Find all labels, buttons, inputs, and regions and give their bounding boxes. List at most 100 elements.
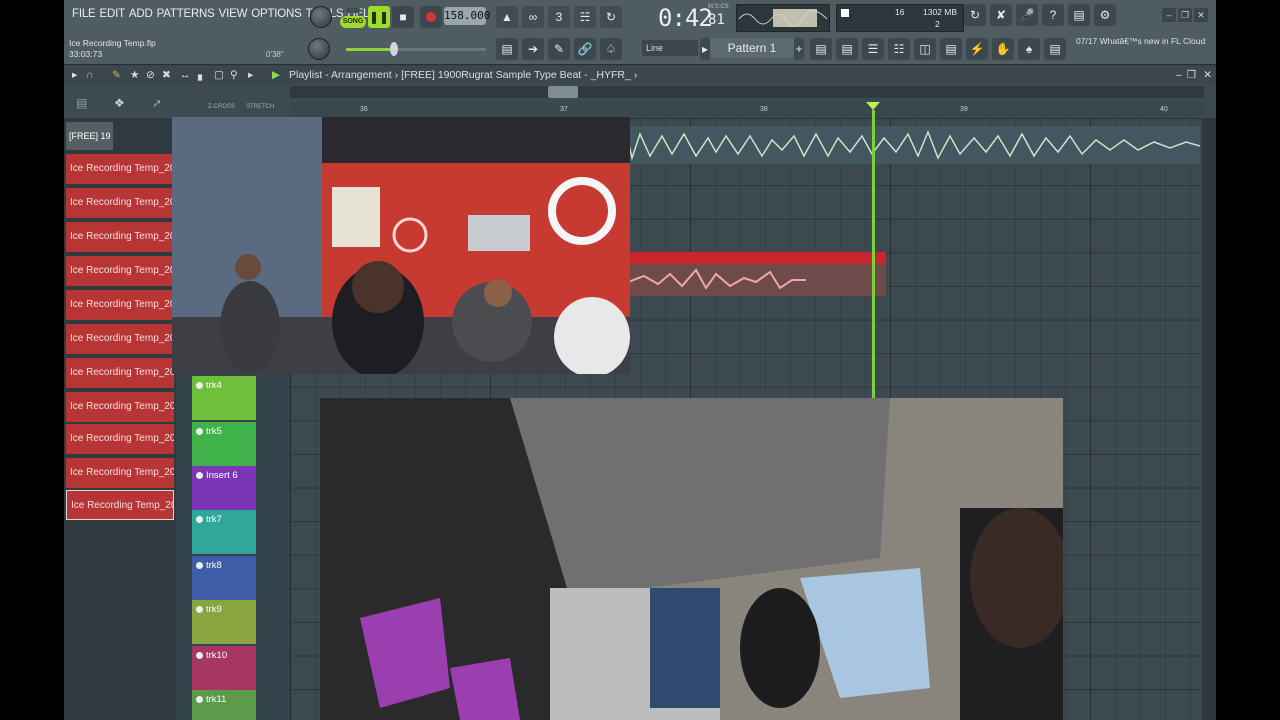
play-playlist-icon[interactable]: ▶ xyxy=(272,66,280,84)
add-pattern-icon[interactable]: + xyxy=(794,38,804,60)
news-panel[interactable]: 07/17 Whatâ€™s new in FL Cloud xyxy=(1076,36,1206,47)
menu-options[interactable]: OPTIONS xyxy=(249,8,303,20)
mixer-track-trk10[interactable]: trk10 xyxy=(192,646,256,690)
master-volume-slider-track[interactable] xyxy=(396,48,486,51)
mute-icon[interactable]: ✖ xyxy=(162,66,171,84)
track-4[interactable]: Ice Recording Temp_202 xyxy=(66,256,174,286)
close-icon[interactable]: ✕ xyxy=(1194,8,1208,22)
audio-clip-beat[interactable] xyxy=(566,126,1200,164)
delete-icon[interactable]: ⊘ xyxy=(146,66,155,84)
snap-tool-icon[interactable]: ❖ xyxy=(114,96,125,110)
stretch-label[interactable]: STRETCH xyxy=(246,104,274,110)
master-pitch-knob[interactable] xyxy=(308,38,330,60)
track-11-selected[interactable]: Ice Recording Temp_202... xyxy=(66,490,174,520)
stamp-icon[interactable]: ♤ xyxy=(600,38,622,60)
plugin-icon[interactable]: ⚙ xyxy=(1094,4,1116,26)
minimize-icon[interactable]: – xyxy=(1162,8,1176,22)
track-3[interactable]: Ice Recording Temp_202 xyxy=(66,222,174,252)
track-5[interactable]: Ice Recording Temp_202 xyxy=(66,290,174,320)
arrow-icon[interactable]: ➔ xyxy=(522,38,544,60)
menu-edit[interactable]: EDIT xyxy=(98,8,127,20)
microphone-icon[interactable]: 🎤 xyxy=(1016,4,1038,26)
track-mode-icon[interactable]: ▤ xyxy=(76,96,87,110)
metronome-icon[interactable]: ▲ xyxy=(496,6,518,28)
magnet-icon[interactable]: ∩ xyxy=(86,66,94,84)
piano-roll-icon[interactable]: ▤ xyxy=(496,38,518,60)
step-edit-icon[interactable]: ☵ xyxy=(574,6,596,28)
countdown-icon[interactable]: 3 xyxy=(548,6,570,28)
track-2[interactable]: Ice Recording Temp_202 xyxy=(66,188,174,218)
select-icon[interactable]: ▢ xyxy=(214,66,224,84)
mixer-icon[interactable]: ▤ xyxy=(836,38,858,60)
cart-icon[interactable]: ▤ xyxy=(1044,38,1066,60)
stop-button[interactable]: ■ xyxy=(392,6,414,28)
wait-input-icon[interactable]: ∞ xyxy=(522,6,544,28)
menu-add[interactable]: ADD xyxy=(127,8,155,20)
menu-file[interactable]: FILE xyxy=(70,8,98,20)
mixer-track-trk5[interactable]: trk5 xyxy=(192,422,256,466)
playlist-close-icon[interactable]: ✕ xyxy=(1203,66,1212,84)
slip-icon[interactable]: ↔ xyxy=(180,66,191,84)
save-icon[interactable]: ▤ xyxy=(1068,4,1090,26)
channel-rack-icon[interactable]: ☰ xyxy=(862,38,884,60)
main-menu: FILE EDIT ADD PATTERNS VIEW OPTIONS TOOL… xyxy=(70,8,379,20)
snap-selector[interactable]: Line xyxy=(642,40,698,56)
restore-icon[interactable]: ❐ xyxy=(1178,8,1192,22)
playhead[interactable] xyxy=(872,110,875,400)
pattern-prev-icon[interactable]: ▸ xyxy=(700,38,710,60)
playlist-icon[interactable]: ▤ xyxy=(810,38,832,60)
timeline-ruler[interactable]: 36 37 38 39 40 xyxy=(290,102,1204,117)
playlist-horizontal-scrollbar[interactable] xyxy=(290,86,1204,98)
track-9[interactable]: Ice Recording Temp_202... xyxy=(66,424,174,454)
playhead-marker-icon[interactable] xyxy=(866,102,880,110)
plugin-picker-icon[interactable]: ⚡ xyxy=(966,38,988,60)
pattern-selector[interactable]: Pattern 1 xyxy=(710,38,794,58)
playlist-scroll-thumb[interactable] xyxy=(548,86,578,98)
play-pause-button[interactable]: ❚❚ xyxy=(368,6,390,28)
browser-icon[interactable]: ◫ xyxy=(914,38,936,60)
piano-roll-window-icon[interactable]: ☷ xyxy=(888,38,910,60)
mixer-track-trk11[interactable]: trk11 xyxy=(192,690,256,720)
master-volume-knob[interactable] xyxy=(310,6,332,28)
track-6[interactable]: Ice Recording Temp_202 xyxy=(66,324,174,354)
curve-icon[interactable]: ➚ xyxy=(152,96,162,110)
slice-icon[interactable]: ▖ xyxy=(198,66,206,84)
undo-icon[interactable]: ↻ xyxy=(964,4,986,26)
pat-song-toggle[interactable]: SONG xyxy=(340,6,366,28)
paint-icon[interactable]: ★ xyxy=(130,66,139,84)
mixer-track-trk8[interactable]: trk8 xyxy=(192,556,256,600)
help-icon[interactable]: ? xyxy=(1042,4,1064,26)
mixer-track-trk4[interactable]: trk4 xyxy=(192,376,256,420)
record-audio-icon[interactable]: ♠ xyxy=(1018,38,1040,60)
brush-icon[interactable]: ✎ xyxy=(548,38,570,60)
zoom-icon[interactable]: ⚲ xyxy=(230,66,238,84)
news-date: 07/17 xyxy=(1076,36,1098,46)
record-button[interactable] xyxy=(420,6,442,28)
track-10[interactable]: Ice Recording Temp_202... xyxy=(66,458,174,488)
playlist-minimize-icon[interactable]: – xyxy=(1176,66,1182,84)
touch-keyboard-icon[interactable]: ✋ xyxy=(992,38,1014,60)
track-1[interactable]: Ice Recording Temp_202 xyxy=(66,154,174,184)
menu-view[interactable]: VIEW xyxy=(217,8,250,20)
speaker-icon[interactable]: ▸ xyxy=(248,66,253,84)
loop-record-icon[interactable]: ↻ xyxy=(600,6,622,28)
mixer-track-trk7[interactable]: trk7 xyxy=(192,510,256,554)
master-volume-slider-handle[interactable] xyxy=(390,42,398,56)
track-8[interactable]: Ice Recording Temp_202... xyxy=(66,392,174,422)
mixer-track-insert6[interactable]: Insert 6 xyxy=(192,466,256,510)
pencil-icon[interactable]: ✎ xyxy=(112,66,121,84)
tempo-display[interactable]: 158.000 xyxy=(444,7,490,25)
playlist-breadcrumb[interactable]: [FREE] 1900Rugrat Sample Type Beat - _HY… xyxy=(401,69,631,81)
song-time-display[interactable]: 0:42 M:S:CS 81 xyxy=(648,2,729,32)
cut-tools-icon[interactable]: ✘ xyxy=(990,4,1012,26)
zcross-label[interactable]: Z-CROSS xyxy=(208,104,235,110)
track-7[interactable]: Ice Recording Temp_202 xyxy=(66,358,174,388)
menu-patterns[interactable]: PATTERNS xyxy=(155,8,217,20)
time-unit: M:S:CS xyxy=(708,4,729,10)
playlist-vertical-scrollbar[interactable] xyxy=(1202,118,1216,720)
playlist-restore-icon[interactable]: ❐ xyxy=(1187,66,1196,84)
arrangement-track-header[interactable]: [FREE] 19 xyxy=(66,122,113,150)
link-icon[interactable]: 🔗 xyxy=(574,38,596,60)
mixer-track-trk9[interactable]: trk9 xyxy=(192,600,256,644)
plugin-database-icon[interactable]: ▤ xyxy=(940,38,962,60)
